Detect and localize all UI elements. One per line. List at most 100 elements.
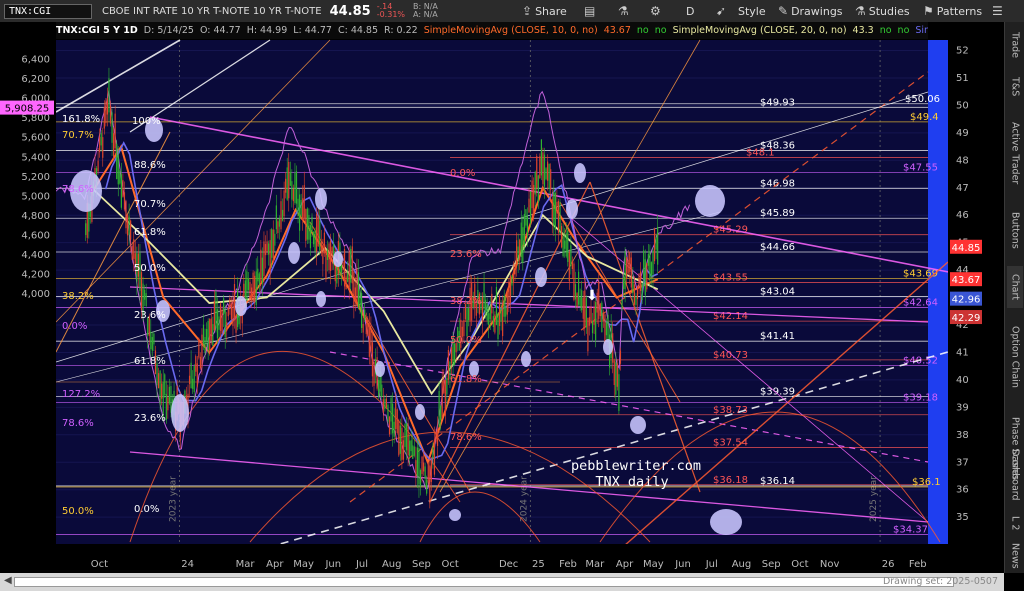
studies-button[interactable]: ⚗ Studies [855,3,910,19]
candle-body [227,307,229,317]
sma20-label[interactable]: SimpleMovingAvg (CLOSE, 20, 0, no) [673,25,847,36]
candle-body [371,342,374,377]
candle-body [436,429,439,446]
tab-chart[interactable]: Chart [1007,266,1023,308]
tab-active-trader[interactable]: Active Trader [1007,112,1023,194]
candle-body [244,280,246,298]
right-axis-tick: 35 [956,512,969,523]
sma10-label[interactable]: SimpleMovingAvg (CLOSE, 10, 0, no) [424,25,598,36]
scroll-left-icon[interactable]: ◀ [4,575,12,586]
candle-body [604,314,606,345]
candle-body [601,302,603,333]
candle-body [450,347,453,364]
fib-level-label: 127.2% [62,389,100,400]
sma-other-label[interactable]: SimpleMoving... [915,25,928,36]
candle-body [246,271,248,301]
share-button[interactable]: ⇪ Share [522,3,567,19]
tab-option-chain[interactable]: Option Chain [1007,316,1023,398]
candle-body [536,155,538,189]
symbol-input[interactable]: TNX:CGI [4,3,92,19]
x-axis-tick: Apr [616,559,634,570]
fib-level-label: 70.7% [134,199,166,210]
candle-body [288,161,290,199]
candle-body [326,249,329,261]
aggregation-button[interactable]: D [686,3,694,19]
candle-body [588,317,591,326]
candle-body [108,78,110,113]
year-label: 2025 year [869,476,879,522]
settings-button[interactable]: ⚙ [650,3,661,19]
candle-body [367,318,369,336]
cursor-button[interactable]: ➹ [716,3,726,19]
x-axis-tick: Oct [91,559,108,570]
tab-level2[interactable]: L 2 [1007,512,1023,534]
menu-button[interactable]: ☰ [992,3,1003,19]
candle-body [308,215,310,240]
candle-body [635,296,637,305]
candle-body [402,440,405,460]
candle-body [415,460,417,477]
x-axis-tick: Oct [791,559,808,570]
candle-body [365,324,367,335]
candle-body [312,231,315,245]
candle-body [412,445,414,459]
tab-time-and-sales[interactable]: T&S [1007,72,1023,102]
candle-body [373,362,375,386]
right-axis-tick: 46 [956,210,969,221]
year-label: 2024 year [519,476,529,522]
candle-body [370,328,372,352]
scroll-thumb[interactable] [14,577,954,587]
sma10-no2: no [654,25,667,36]
candle-body [502,306,504,337]
candle-body [564,240,566,249]
patterns-icon: ⚑ [923,4,934,18]
drawings-button[interactable]: ✎ Drawings [778,3,843,19]
candle-body [407,423,409,456]
print-button[interactable]: ▤ [584,3,595,19]
style-button[interactable]: Style [738,3,766,19]
candle-body [354,287,357,301]
candle-body [255,271,257,305]
price-level-label: $44.66 [760,242,795,253]
candle-body [396,409,398,434]
tab-trade[interactable]: Trade [1007,26,1023,64]
tab-buttons[interactable]: Buttons [1007,202,1023,258]
candle-body [512,271,515,282]
style-label: Style [738,4,766,18]
candle-body [553,191,555,227]
tab-dashboard[interactable]: Dashboard [1007,442,1023,508]
candle-body [626,257,628,279]
candle-body [283,190,285,217]
fib-level-label: 50.0% [62,506,94,517]
candle-body [328,243,330,271]
price-level-label: $43.69 [903,269,938,280]
candle-body [640,271,642,292]
candle-body [266,241,268,252]
left-axis-tick: 4,400 [21,250,50,261]
candle-body [103,107,105,129]
menu-icon: ☰ [992,4,1003,18]
candle-body [494,314,496,333]
candle-body [364,309,366,320]
tab-news[interactable]: News [1007,540,1023,572]
candle-body [114,113,116,149]
chart-canvas[interactable]: 2023 year 2024 year 2025 year $50.06 $49.93… [0,22,1004,573]
candle-body [223,298,225,314]
candle-body [206,329,208,341]
candle-body [224,309,226,338]
beaker-button[interactable]: ⚗ [618,3,629,19]
candle-body [311,216,313,232]
candle-body [342,261,344,271]
candle-body [128,216,130,235]
bar-date: D: 5/14/25 [143,25,194,36]
x-axis-tick: Dec [499,559,518,570]
candle-body [190,362,192,389]
candle-body [641,283,643,300]
fib-level-label: 50.0% [450,335,482,346]
patterns-button[interactable]: ⚑ Patterns [923,3,982,19]
horizontal-scrollbar[interactable]: ◀ [0,573,1004,591]
candle-body [520,222,522,257]
candle-body [286,167,288,200]
candle-body [443,380,445,394]
candle-body [165,393,167,420]
